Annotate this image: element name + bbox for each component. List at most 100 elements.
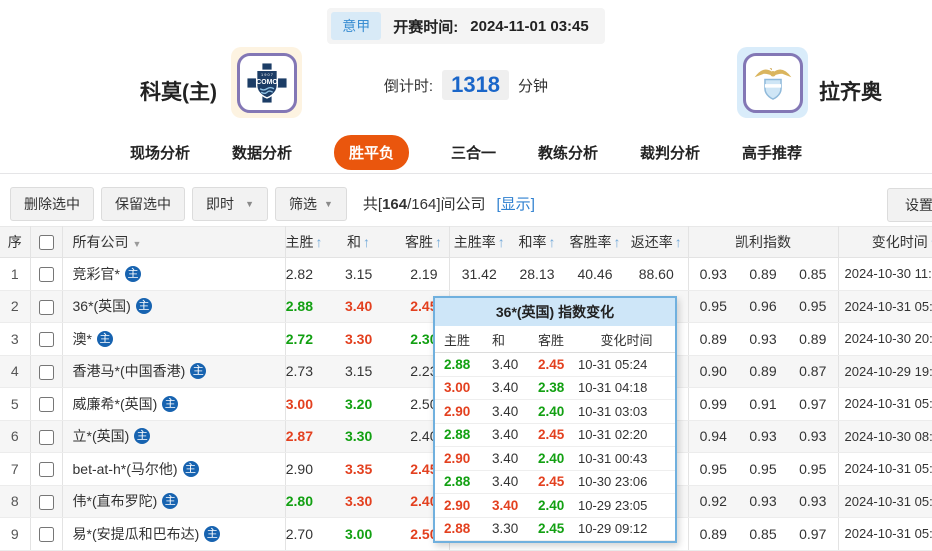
tab-win-draw-lose[interactable]: 胜平负 xyxy=(333,135,409,170)
away-odds-cell[interactable]: 2.19 xyxy=(405,257,450,291)
popup-change-time: 10-29 09:12 xyxy=(578,521,648,537)
row-checkbox[interactable] xyxy=(38,299,54,315)
row-checkbox[interactable] xyxy=(38,462,54,478)
company-cell[interactable]: bet-at-h*(马尔他) 主 xyxy=(62,452,286,486)
company-cell[interactable]: 立*(英国) 主 xyxy=(62,420,286,453)
home-odds-cell[interactable]: 3.00 xyxy=(285,387,345,421)
home-odds-cell[interactable]: 2.73 xyxy=(285,355,345,388)
row-checkbox[interactable] xyxy=(38,267,54,283)
draw-odds-cell[interactable]: 3.15 xyxy=(345,257,405,291)
row-select xyxy=(30,485,63,518)
tab-expert-picks[interactable]: 高手推荐 xyxy=(742,142,802,163)
company-cell[interactable]: 威廉希*(英国) 主 xyxy=(62,387,286,421)
popup-home-odds: 2.90 xyxy=(444,403,471,419)
sort-asc-icon: ↑ xyxy=(674,234,682,250)
row-checkbox[interactable] xyxy=(38,364,54,380)
tab-data-analysis[interactable]: 数据分析 xyxy=(232,142,292,163)
company-cell[interactable]: 香港马*(中国香港) 主 xyxy=(62,355,286,388)
popup-home-odds: 2.88 xyxy=(444,427,471,443)
col-draw-rate[interactable]: 和率 ↑ xyxy=(509,226,565,258)
caret-down-icon: ▼ xyxy=(245,198,254,209)
col-company[interactable]: 所有公司 ▼ xyxy=(62,226,286,258)
tab-three-in-one[interactable]: 三合一 xyxy=(451,142,496,163)
home-odds-cell[interactable]: 2.90 xyxy=(285,452,345,486)
draw-odds-cell[interactable]: 3.15 xyxy=(345,355,405,388)
popup-col-time: 变化时间 xyxy=(600,332,653,348)
draw-odds-cell[interactable]: 3.20 xyxy=(345,387,405,421)
tab-coach-analysis[interactable]: 教练分析 xyxy=(538,142,598,163)
col-change-time[interactable]: 变化时间↑ xyxy=(838,226,932,258)
company-cell[interactable]: 伟*(直布罗陀) 主 xyxy=(62,485,286,518)
col-away-rate[interactable]: 客胜率 ↑ xyxy=(565,226,625,258)
col-away-odds[interactable]: 客胜 ↑ xyxy=(405,226,450,258)
popup-away-odds: 2.40 xyxy=(538,403,565,419)
company-cell[interactable]: 澳* 主 xyxy=(62,322,286,356)
popup-home-odds: 2.88 xyxy=(444,474,471,490)
col-draw-odds[interactable]: 和 ↑ xyxy=(345,226,405,258)
row-checkbox[interactable] xyxy=(38,527,54,543)
delete-selected-button[interactable]: 删除选中 xyxy=(10,186,94,221)
sort-asc-icon: ↑ xyxy=(435,234,442,250)
kelly-home-cell: 0.99 xyxy=(688,387,738,421)
row-select xyxy=(30,452,63,486)
keep-selected-button[interactable]: 保留选中 xyxy=(101,186,185,221)
draw-odds-cell[interactable]: 3.30 xyxy=(345,322,405,356)
row-seq: 6 xyxy=(0,420,31,453)
company-name: 威廉希*(英国) xyxy=(72,395,158,412)
row-checkbox[interactable] xyxy=(38,494,54,510)
tab-referee-analysis[interactable]: 裁判分析 xyxy=(640,142,700,163)
company-name: 36*(英国) xyxy=(72,298,131,315)
company-cell[interactable]: 竞彩官* 主 xyxy=(62,257,286,291)
table-header-row: 序 所有公司 ▼ 主胜 ↑ 和 ↑ 客胜 ↑ 主胜率 ↑ 和率 ↑ 客胜率 ↑ 返还率 ↑ 凯利… xyxy=(0,226,932,258)
home-odds-cell[interactable]: 2.88 xyxy=(285,290,345,323)
company-cell[interactable]: 36*(英国) 主 xyxy=(62,290,286,323)
filter-dropdown[interactable]: 筛选 ▼ xyxy=(275,186,347,221)
row-select xyxy=(30,420,63,453)
row-checkbox[interactable] xyxy=(38,397,54,413)
kelly-draw-cell: 0.89 xyxy=(738,355,788,388)
col-home-odds[interactable]: 主胜 ↑ xyxy=(285,226,345,258)
away-team-logo xyxy=(737,47,808,118)
kelly-away-cell: 0.87 xyxy=(788,355,839,388)
popup-draw-odds: 3.40 xyxy=(492,474,519,490)
popup-away-odds: 2.40 xyxy=(538,450,565,466)
company-count-text: 共[164/164]间公司 xyxy=(362,196,486,213)
popup-draw-odds: 3.40 xyxy=(492,450,519,466)
row-checkbox[interactable] xyxy=(38,429,54,445)
kelly-away-cell: 0.85 xyxy=(788,257,839,291)
home-odds-cell[interactable]: 2.72 xyxy=(285,322,345,356)
row-seq: 2 xyxy=(0,290,31,323)
popup-change-time: 10-31 04:18 xyxy=(578,380,648,396)
host-badge-icon: 主 xyxy=(134,428,151,445)
popup-odds-row: 3.00 3.40 2.38 10-31 04:18 xyxy=(435,377,675,400)
row-checkbox[interactable] xyxy=(38,332,54,348)
select-all-checkbox[interactable] xyxy=(38,235,54,251)
col-home-rate[interactable]: 主胜率 ↑ xyxy=(449,226,509,258)
popup-odds-row: 2.90 3.40 2.40 10-29 23:05 xyxy=(435,494,675,518)
kelly-home-cell: 0.95 xyxy=(688,452,738,486)
draw-odds-cell[interactable]: 3.30 xyxy=(345,420,405,453)
col-payout-rate[interactable]: 返还率 ↑ xyxy=(625,226,689,258)
change-time-cell: 2024-10-30 20:25 xyxy=(838,322,932,356)
draw-odds-cell[interactable]: 3.35 xyxy=(345,452,405,486)
sort-asc-icon: ↑ xyxy=(497,234,505,250)
draw-odds-cell[interactable]: 3.30 xyxy=(345,485,405,518)
draw-odds-cell[interactable]: 3.40 xyxy=(345,290,405,323)
away-rate-cell: 40.46 xyxy=(565,257,625,291)
home-odds-cell[interactable]: 2.87 xyxy=(285,420,345,453)
home-odds-cell[interactable]: 2.80 xyxy=(285,485,345,518)
row-seq: 8 xyxy=(0,485,31,518)
tab-live-analysis[interactable]: 现场分析 xyxy=(130,142,190,163)
change-time-cell: 2024-10-30 11:02 xyxy=(838,257,932,291)
show-link[interactable]: [显示] xyxy=(497,193,535,214)
instant-dropdown[interactable]: 即时 ▼ xyxy=(192,186,268,221)
home-odds-cell[interactable]: 2.82 xyxy=(285,257,345,291)
popup-draw-odds: 3.40 xyxy=(492,356,519,372)
kelly-draw-cell: 0.96 xyxy=(738,290,788,323)
company-name: bet-at-h*(马尔他) xyxy=(72,460,178,477)
kelly-draw-cell: 0.93 xyxy=(738,322,788,356)
kelly-away-cell: 0.95 xyxy=(788,452,839,486)
home-rate-cell: 31.42 xyxy=(449,257,509,291)
company-name: 立*(英国) xyxy=(72,428,130,445)
settings-button[interactable]: 设置/选择 xyxy=(887,188,932,222)
